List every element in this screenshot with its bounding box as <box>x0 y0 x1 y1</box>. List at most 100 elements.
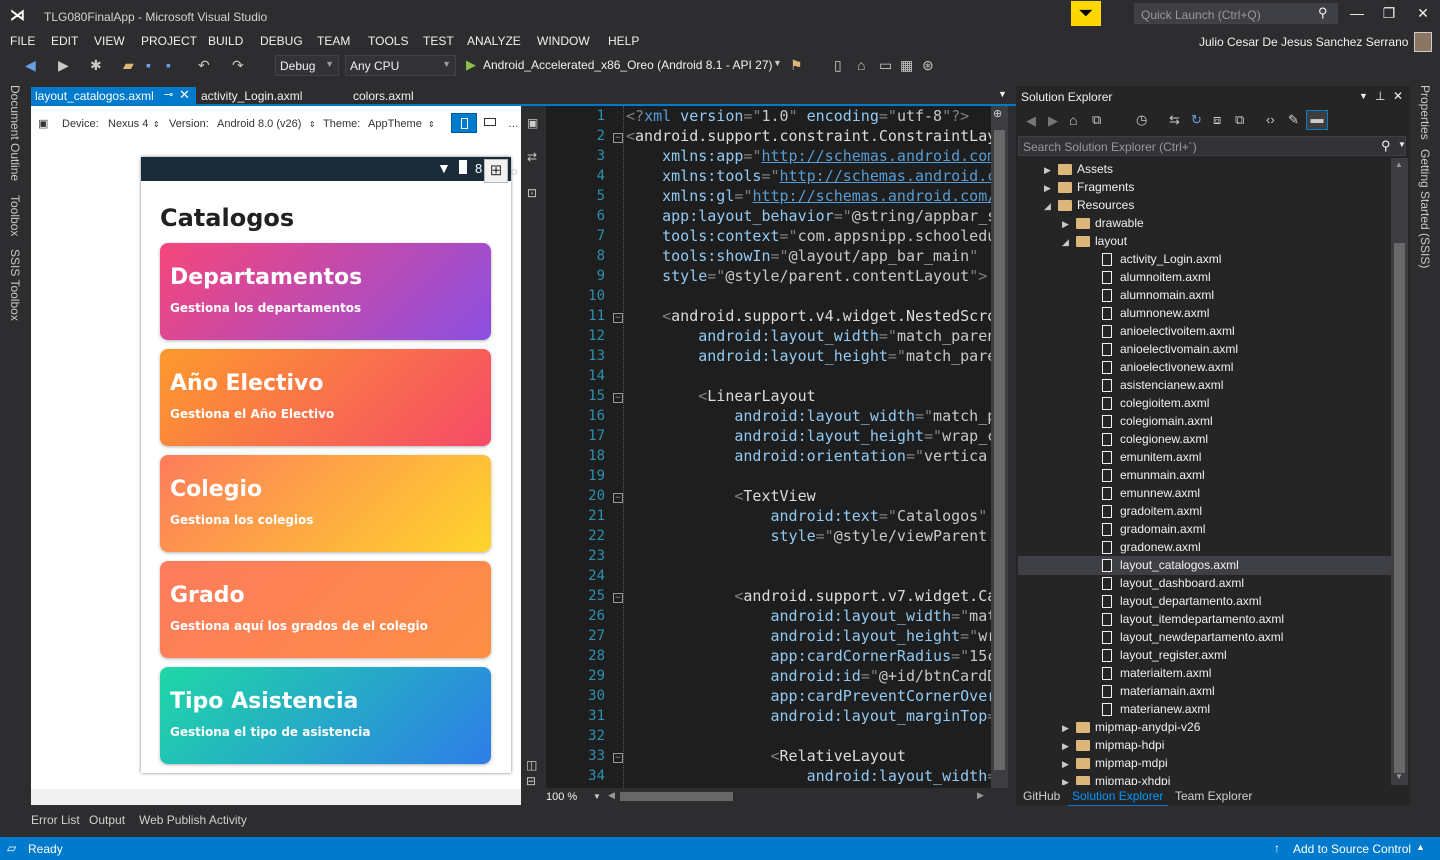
home-icon[interactable]: ⌂ <box>1069 112 1077 128</box>
close-window-icon[interactable]: ✕ <box>1408 5 1438 22</box>
swap-panes-icon[interactable]: ⇄ <box>527 150 537 164</box>
back-icon[interactable]: ◀ <box>25 57 36 74</box>
target-device-select[interactable]: Android_Accelerated_x86_Oreo (Android 8.… <box>483 58 773 72</box>
tab-team-explorer[interactable]: Team Explorer <box>1175 789 1252 803</box>
open-folder-icon[interactable]: ▰ <box>123 57 134 74</box>
tree-folder-item[interactable]: ▶ mipmap-anydpi-v26 <box>1062 718 1200 736</box>
chevron-updown-icon[interactable]: ⇕ <box>428 120 435 129</box>
menu-debug[interactable]: DEBUG <box>260 34 303 48</box>
getting-started-tab[interactable]: Getting Started (SSIS) <box>1418 149 1432 268</box>
tree-file-item[interactable]: layout_departamento.axml <box>1102 592 1261 610</box>
landscape-button[interactable] <box>480 113 500 133</box>
expand-arrow-icon[interactable]: ▶ <box>1062 737 1076 755</box>
collapse-pane-icon[interactable]: ⊡ <box>527 186 537 200</box>
tree-file-item[interactable]: alumnomain.axml <box>1102 286 1214 304</box>
tree-file-item[interactable]: anioelectivonew.axml <box>1102 358 1233 376</box>
save-all-icon[interactable]: ▪ <box>166 57 171 73</box>
expand-arrow-icon[interactable]: ▶ <box>1062 755 1076 773</box>
tab-web-publish-activity[interactable]: Web Publish Activity <box>139 813 247 827</box>
add-to-source-control-button[interactable]: Add to Source Control <box>1293 842 1411 856</box>
save-icon[interactable]: ▪ <box>146 57 151 73</box>
back-icon[interactable]: ◀ <box>1026 113 1036 129</box>
chevron-down-icon[interactable]: ▼ <box>593 792 601 801</box>
tree-file-item[interactable]: colegiomain.axml <box>1102 412 1213 430</box>
theme-select[interactable]: AppTheme <box>368 118 422 130</box>
design-view-icon[interactable]: ▣ <box>527 116 538 130</box>
close-tab-icon[interactable]: ✕ <box>179 87 190 103</box>
preview-selected-icon[interactable]: ▬ <box>1306 110 1328 130</box>
search-icon[interactable]: ⚲ <box>1381 138 1391 154</box>
avatar[interactable] <box>1414 32 1432 52</box>
menu-help[interactable]: HELP <box>608 34 639 48</box>
fold-toggle-icon[interactable]: − <box>613 133 623 143</box>
tree-file-item[interactable]: anioelectivomain.axml <box>1102 340 1238 358</box>
portrait-button[interactable] <box>451 113 477 133</box>
tab-colors[interactable]: colors.axml <box>353 89 414 103</box>
android-sdk-icon[interactable]: ⌂ <box>857 57 865 73</box>
designer-settings-icon[interactable]: ▣ <box>38 117 48 130</box>
chevron-down-icon[interactable]: ▼ <box>1398 140 1406 149</box>
tree-file-item[interactable]: materianew.axml <box>1102 700 1210 718</box>
menu-view[interactable]: VIEW <box>94 34 125 48</box>
tree-file-item[interactable]: anioelectivoitem.axml <box>1102 322 1235 340</box>
fold-toggle-icon[interactable]: − <box>613 313 623 323</box>
ssis-toolbox-tab[interactable]: SSIS Toolbox <box>8 249 22 321</box>
attach-icon[interactable]: ⚑ <box>790 57 803 74</box>
toolbox-tab[interactable]: Toolbox <box>8 195 22 236</box>
grid-icon[interactable]: ⊞ <box>484 159 508 183</box>
tree-file-item[interactable]: materiamain.axml <box>1102 682 1215 700</box>
tree-file-item[interactable]: layout_register.axml <box>1102 646 1227 664</box>
scroll-thumb[interactable] <box>1394 243 1405 773</box>
solution-explorer-search[interactable]: Search Solution Explorer (Ctrl+´) <box>1018 136 1406 156</box>
tree-file-item[interactable]: gradomain.axml <box>1102 520 1205 538</box>
menu-project[interactable]: PROJECT <box>141 34 197 48</box>
tree-file-item[interactable]: layout_newdepartamento.axml <box>1102 628 1283 646</box>
tree-folder-item[interactable]: ▶ mipmap-hdpi <box>1062 736 1164 754</box>
more-icon[interactable]: … <box>508 118 519 130</box>
pending-changes-icon[interactable]: ◷ <box>1136 112 1147 128</box>
tree-folder-item[interactable]: ▶ mipmap-xhdpi <box>1062 772 1170 785</box>
expand-arrow-icon[interactable]: ◢ <box>1044 197 1058 215</box>
tree-file-item[interactable]: gradoitem.axml <box>1102 502 1202 520</box>
tree-file-item[interactable]: alumnonew.axml <box>1102 304 1209 322</box>
tree-file-item[interactable]: layout_catalogos.axml <box>1102 556 1239 574</box>
tree-file-item[interactable]: activity_Login.axml <box>1102 250 1221 268</box>
card-departamentos[interactable]: Departamentos Gestiona los departamentos <box>160 243 491 340</box>
expand-arrow-icon[interactable]: ▶ <box>1044 161 1058 179</box>
tree-file-item[interactable]: emunmain.axml <box>1102 466 1205 484</box>
tree-file-item[interactable]: emunitem.axml <box>1102 448 1201 466</box>
menu-file[interactable]: FILE <box>10 34 35 48</box>
undo-icon[interactable]: ↶ <box>198 57 210 74</box>
sync-icon[interactable]: ⇆ <box>1169 112 1180 128</box>
fold-toggle-icon[interactable]: − <box>613 753 623 763</box>
refresh-icon[interactable]: ↻ <box>1191 112 1202 128</box>
tree-folder-item[interactable]: ◢ layout <box>1062 232 1127 250</box>
vertical-split-icon[interactable]: ◫ <box>526 758 537 772</box>
switch-views-icon[interactable]: ⧉ <box>1092 112 1101 128</box>
notification-filter-icon[interactable]: ⏷ <box>1071 1 1101 26</box>
chevron-updown-icon[interactable]: ⇕ <box>309 120 316 129</box>
tree-file-item[interactable]: emunnew.axml <box>1102 484 1200 502</box>
restore-icon[interactable]: ❐ <box>1374 5 1404 22</box>
tree-folder-item[interactable]: ▶ drawable <box>1062 214 1144 232</box>
designer-horizontal-scrollbar[interactable] <box>31 789 521 805</box>
expand-arrow-icon[interactable]: ▶ <box>1062 773 1076 785</box>
tab-solution-explorer[interactable]: Solution Explorer <box>1072 789 1163 803</box>
tab-activity-login[interactable]: activity_Login.axml <box>201 89 302 103</box>
scroll-thumb[interactable] <box>994 130 1005 770</box>
split-editor-icon[interactable]: ⊕ <box>993 107 1002 120</box>
tree-file-item[interactable]: layout_dashboard.axml <box>1102 574 1244 592</box>
tree-file-item[interactable]: asistencianew.axml <box>1102 376 1223 394</box>
tree-file-item[interactable]: materiaitem.axml <box>1102 664 1211 682</box>
scroll-right-icon[interactable]: ▶ <box>977 790 984 801</box>
quick-launch-input[interactable]: Quick Launch (Ctrl+Q) <box>1134 3 1338 24</box>
card-colegio[interactable]: Colegio Gestiona los colegios <box>160 455 491 552</box>
tree-file-item[interactable]: colegionew.axml <box>1102 430 1208 448</box>
tree-file-item[interactable]: colegioitem.axml <box>1102 394 1209 412</box>
settings-icon[interactable]: ⊛ <box>922 57 934 74</box>
zoom-level[interactable]: 100 % <box>546 791 577 803</box>
scroll-left-icon[interactable]: ◀ <box>608 790 615 801</box>
tab-error-list[interactable]: Error List <box>31 813 80 827</box>
card-grado[interactable]: Grado Gestiona aquí los grados de el col… <box>160 561 491 658</box>
expand-arrow-icon[interactable]: ▶ <box>1062 719 1076 737</box>
